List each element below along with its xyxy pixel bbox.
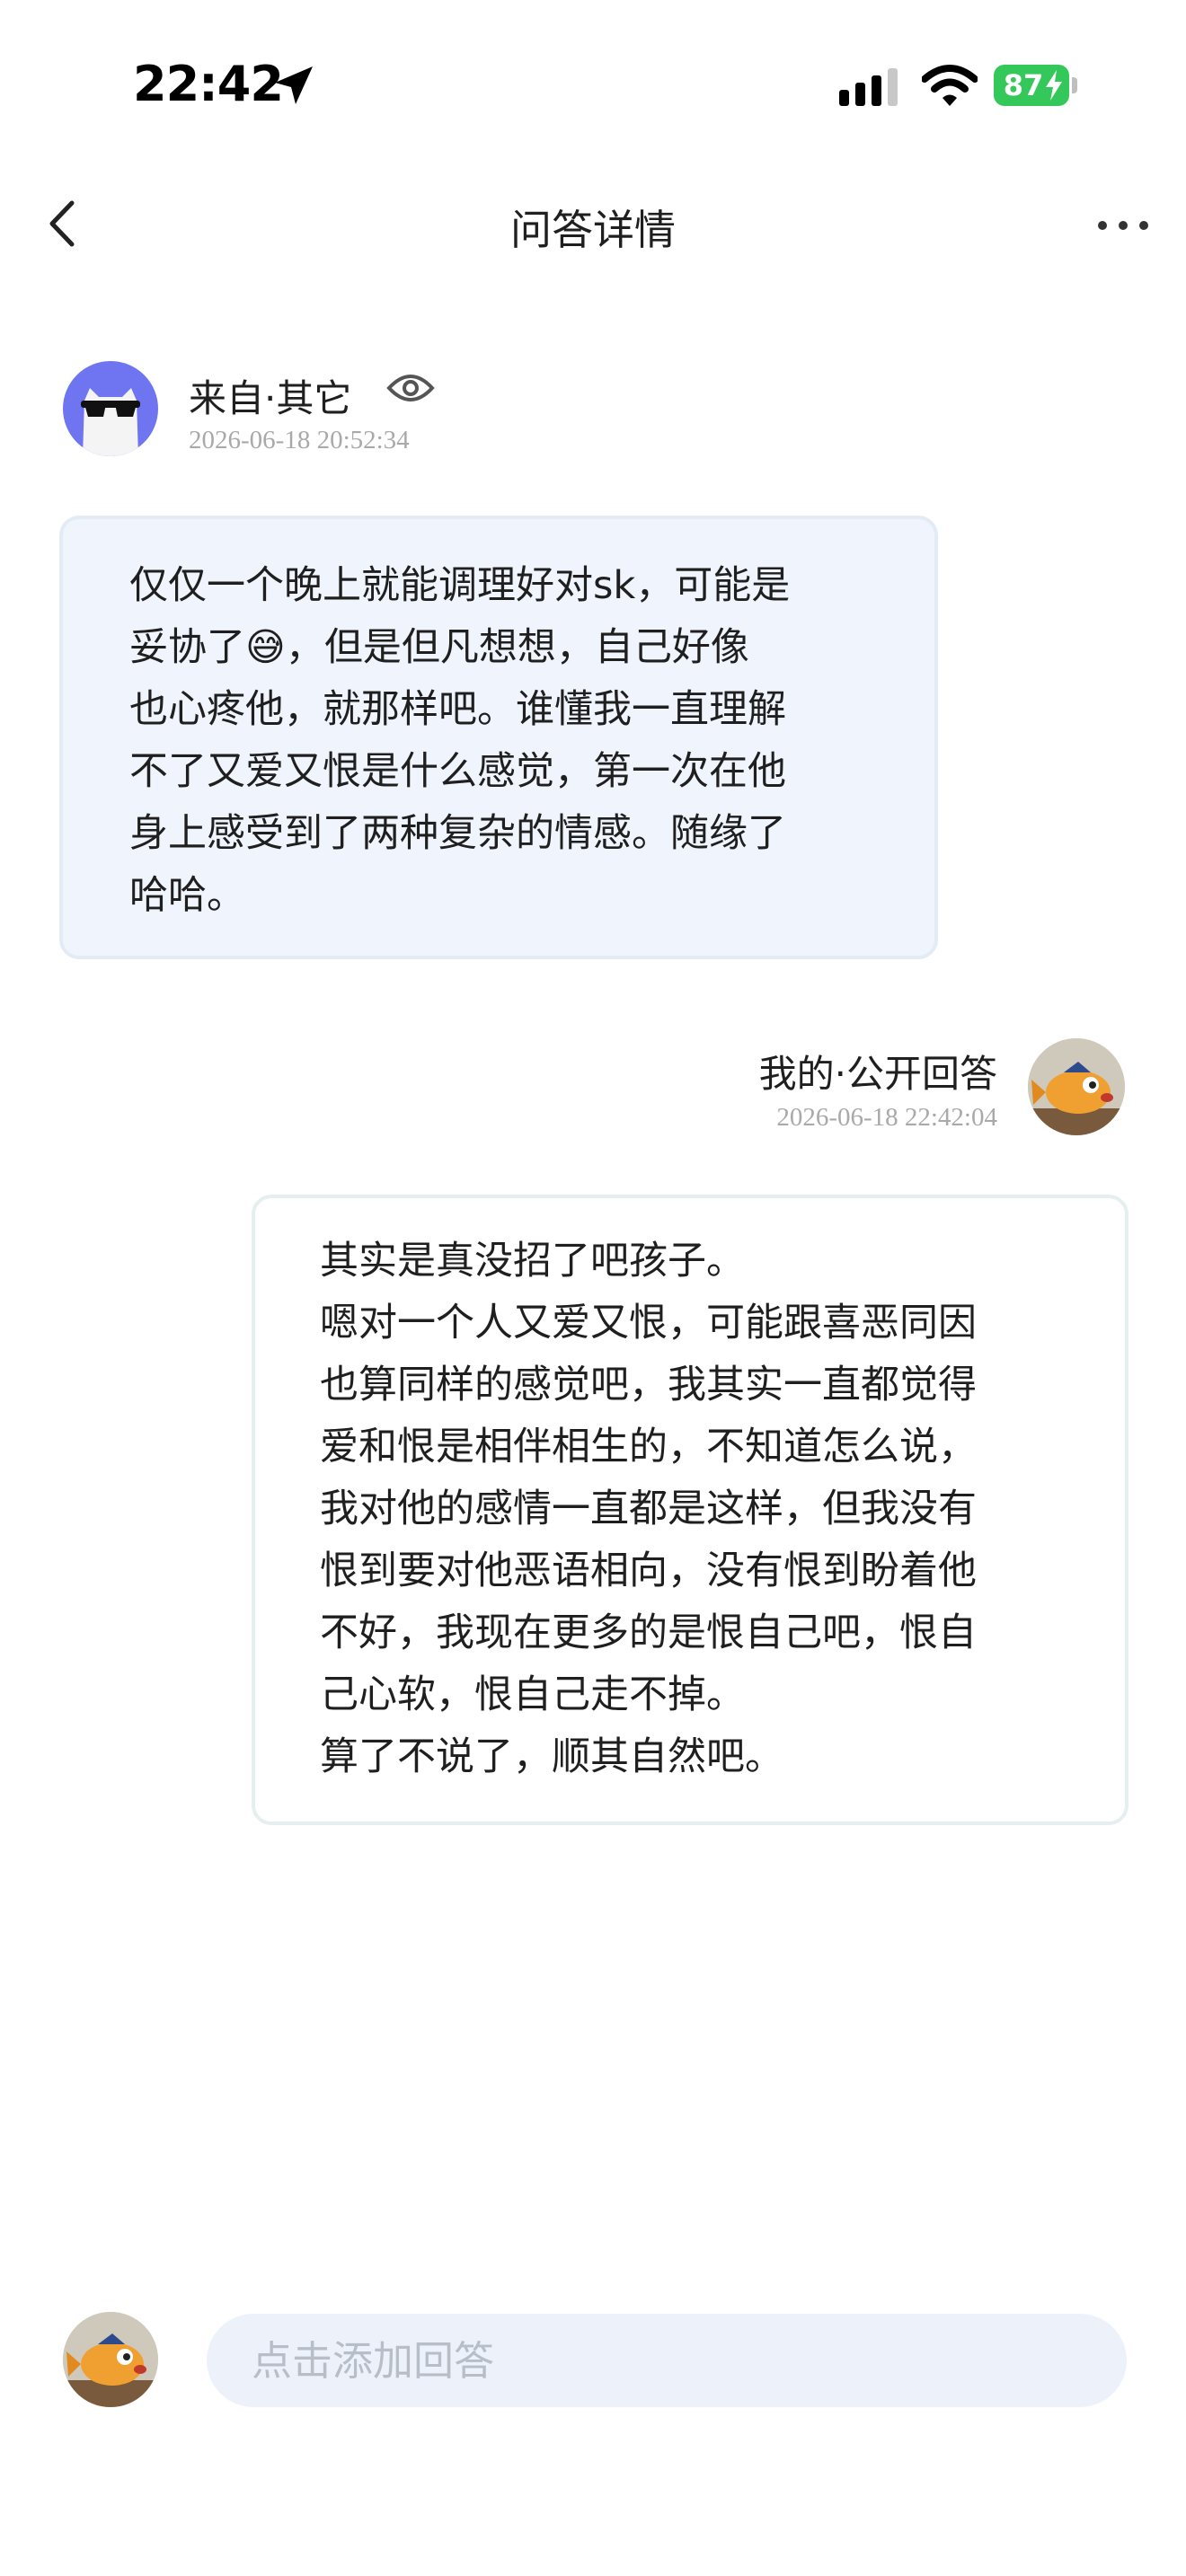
eye-icon[interactable]	[386, 370, 435, 406]
answer-text: 其实是真没招了吧孩子。 嗯对一个人又爱又恨，可能跟喜恶同因 也算同样的感觉吧，我…	[320, 1239, 977, 1779]
battery-cap	[1072, 77, 1077, 93]
fish-avatar	[63, 2312, 158, 2407]
reply-input[interactable]	[207, 2314, 1127, 2407]
question-source: 来自·其它	[189, 376, 352, 420]
question-text: 仅仅一个晚上就能调理好对sk，可能是 妥协了😅，但是但凡想想，自己好像 也心疼他…	[129, 563, 791, 918]
cellular-signal-icon	[839, 68, 898, 106]
question-timestamp: 2026-06-18 20:52:34	[189, 426, 410, 454]
location-arrow-icon	[275, 66, 313, 104]
back-chevron-icon[interactable]	[47, 199, 79, 248]
battery-level: 87	[1003, 68, 1044, 102]
answer-label: 我的·公开回答	[758, 1052, 997, 1096]
more-dots-icon[interactable]	[1096, 219, 1150, 232]
page-title: 问答详情	[510, 206, 676, 254]
wifi-icon	[922, 65, 978, 106]
charging-bolt-icon	[1046, 70, 1062, 101]
fish-avatar	[1028, 1038, 1125, 1135]
answer-timestamp: 2026-06-18 22:42:04	[776, 1103, 997, 1132]
asker-avatar	[63, 361, 158, 456]
my-avatar	[63, 2312, 158, 2407]
status-time: 22:42	[133, 56, 284, 112]
answerer-avatar[interactable]	[1028, 1038, 1125, 1135]
cat-sunglasses-avatar	[81, 388, 140, 456]
